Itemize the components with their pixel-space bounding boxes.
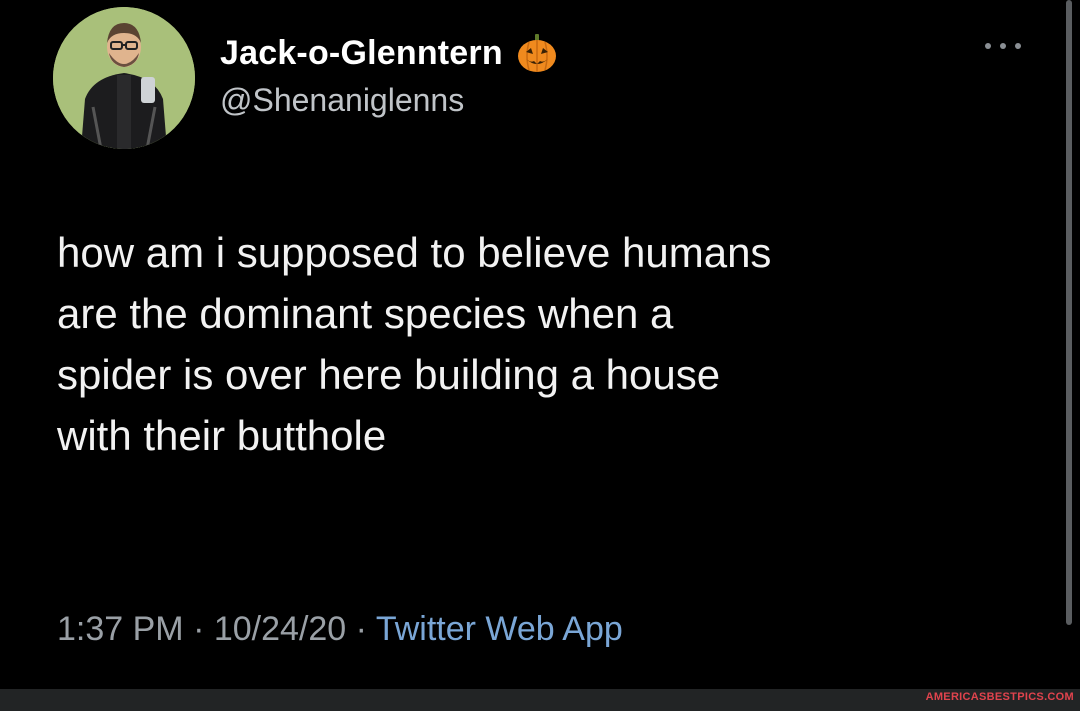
author-block: Jack-o-Glenntern @Shenaniglenns	[220, 30, 559, 119]
tweet-time[interactable]: 1:37 PM	[57, 610, 184, 648]
watermark: AMERICASBESTPICS.COM	[925, 691, 1074, 703]
more-dot	[1000, 43, 1006, 49]
tweet-text: how am i supposed to believe humans are …	[57, 229, 772, 459]
watermark-bar	[0, 689, 1080, 711]
more-horizontal-icon[interactable]	[985, 38, 1021, 54]
more-dot	[985, 43, 991, 49]
meta-separator: ·	[193, 610, 214, 648]
display-name[interactable]: Jack-o-Glenntern	[220, 34, 503, 73]
avatar[interactable]	[53, 7, 195, 149]
avatar-illustration	[53, 7, 195, 149]
display-name-row: Jack-o-Glenntern	[220, 30, 559, 76]
meta-separator: ·	[355, 610, 376, 648]
more-dot	[1015, 43, 1021, 49]
jack-o-lantern-icon	[517, 34, 556, 72]
tweet-source-link[interactable]: Twitter Web App	[376, 610, 623, 648]
tweet-card: Jack-o-Glenntern @Shenaniglenns how am i…	[0, 0, 1080, 711]
tweet-meta: 1:37 PM · 10/24/20 · Twitter Web App	[57, 610, 623, 649]
tweet-date[interactable]: 10/24/20	[214, 610, 346, 648]
scrollbar[interactable]	[1066, 0, 1072, 625]
user-handle[interactable]: @Shenaniglenns	[220, 82, 559, 119]
